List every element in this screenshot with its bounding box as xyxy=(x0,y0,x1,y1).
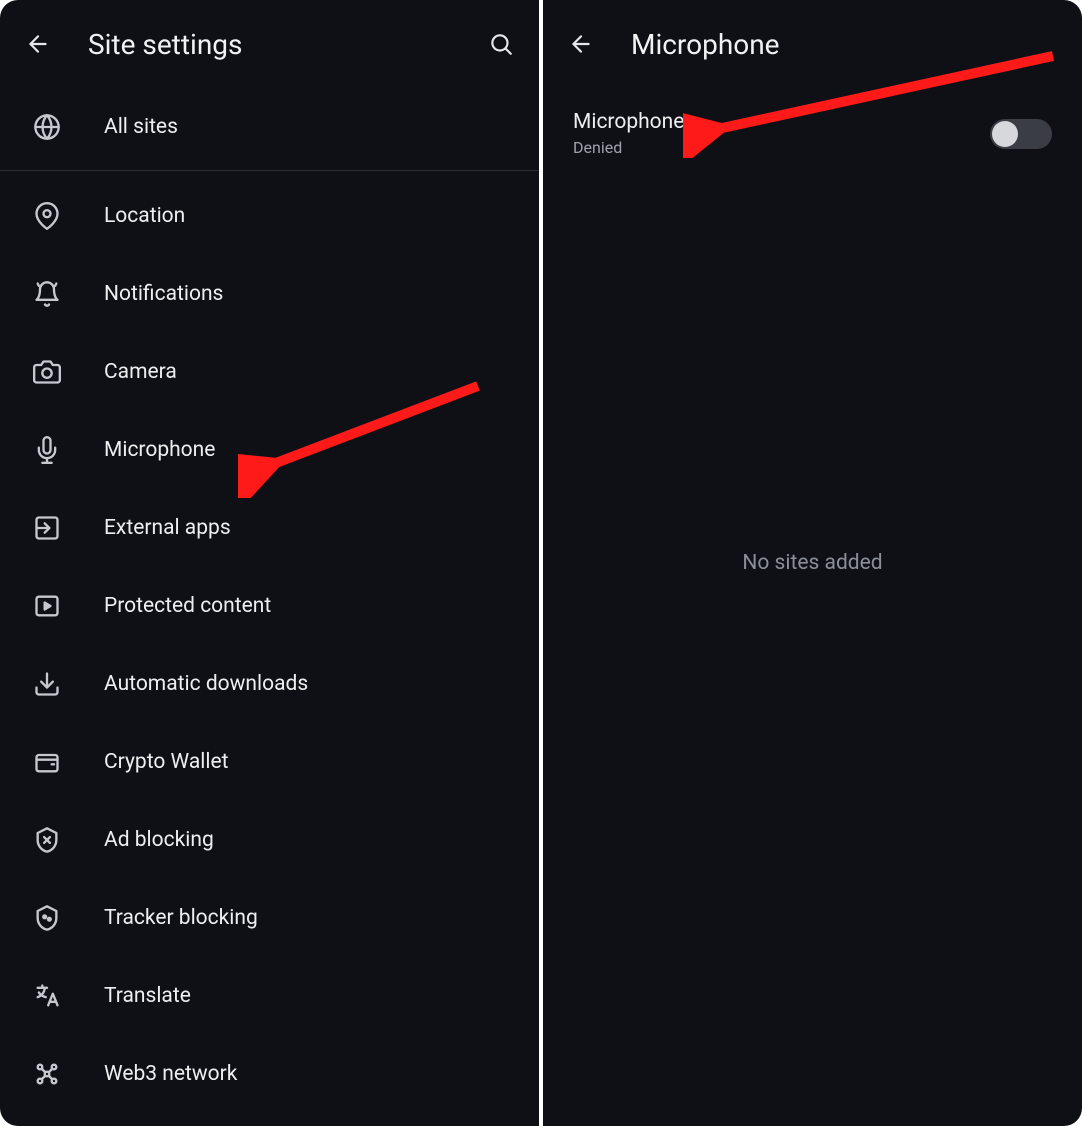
microphone-icon xyxy=(33,436,61,464)
translate-item[interactable]: Translate xyxy=(0,957,539,1035)
microphone-permission-row[interactable]: Microphone Denied xyxy=(543,88,1082,167)
location-pin-icon xyxy=(33,202,61,230)
item-label: Ad blocking xyxy=(104,828,214,852)
automatic-downloads-item[interactable]: Automatic downloads xyxy=(0,645,539,723)
arrow-left-icon xyxy=(25,31,51,57)
microphone-settings-panel: Microphone Microphone Denied No sites ad… xyxy=(543,0,1082,1126)
tracker-blocking-item[interactable]: Tracker blocking xyxy=(0,879,539,957)
site-settings-header: Site settings xyxy=(0,0,539,88)
ad-blocking-item[interactable]: Ad blocking xyxy=(0,801,539,879)
empty-state-text: No sites added xyxy=(742,551,882,575)
camera-icon xyxy=(33,358,61,386)
item-label: Translate xyxy=(104,984,191,1008)
all-sites-label: All sites xyxy=(104,115,178,139)
protected-content-item[interactable]: Protected content xyxy=(0,567,539,645)
globe-icon xyxy=(33,113,61,141)
bell-icon xyxy=(33,280,61,308)
permission-status: Denied xyxy=(573,138,990,157)
permission-label: Microphone xyxy=(573,110,990,134)
item-label: Microphone xyxy=(104,438,215,462)
back-button[interactable] xyxy=(561,24,601,64)
crypto-wallet-item[interactable]: Crypto Wallet xyxy=(0,723,539,801)
item-label: Tracker blocking xyxy=(104,906,258,930)
microphone-toggle[interactable] xyxy=(990,119,1052,149)
camera-item[interactable]: Camera xyxy=(0,333,539,411)
wallet-icon xyxy=(33,748,61,776)
exit-icon xyxy=(33,514,61,542)
empty-state: No sites added xyxy=(543,0,1082,1126)
item-label: Web3 network xyxy=(104,1062,237,1086)
item-label: Location xyxy=(104,204,185,228)
notifications-item[interactable]: Notifications xyxy=(0,255,539,333)
page-title: Microphone xyxy=(631,28,1064,61)
translate-icon xyxy=(33,982,61,1010)
shield-x-icon xyxy=(33,826,61,854)
item-label: Crypto Wallet xyxy=(104,750,228,774)
download-icon xyxy=(33,670,61,698)
microphone-item[interactable]: Microphone xyxy=(0,411,539,489)
web3-network-item[interactable]: Web3 network xyxy=(0,1035,539,1113)
microphone-header: Microphone xyxy=(543,0,1082,88)
location-item[interactable]: Location xyxy=(0,177,539,255)
search-icon xyxy=(488,31,514,57)
item-label: External apps xyxy=(104,516,231,540)
page-title: Site settings xyxy=(88,28,481,61)
item-label: Notifications xyxy=(104,282,223,306)
search-button[interactable] xyxy=(481,24,521,64)
shield-tracker-icon xyxy=(33,904,61,932)
network-icon xyxy=(33,1060,61,1088)
item-label: Protected content xyxy=(104,594,271,618)
toggle-knob xyxy=(992,121,1018,147)
play-box-icon xyxy=(33,592,61,620)
item-label: Camera xyxy=(104,360,177,384)
arrow-left-icon xyxy=(568,31,594,57)
item-label: Automatic downloads xyxy=(104,672,308,696)
site-settings-panel: Site settings All sites Location Notific… xyxy=(0,0,539,1126)
external-apps-item[interactable]: External apps xyxy=(0,489,539,567)
back-button[interactable] xyxy=(18,24,58,64)
all-sites-item[interactable]: All sites xyxy=(0,88,539,166)
divider xyxy=(0,170,539,171)
